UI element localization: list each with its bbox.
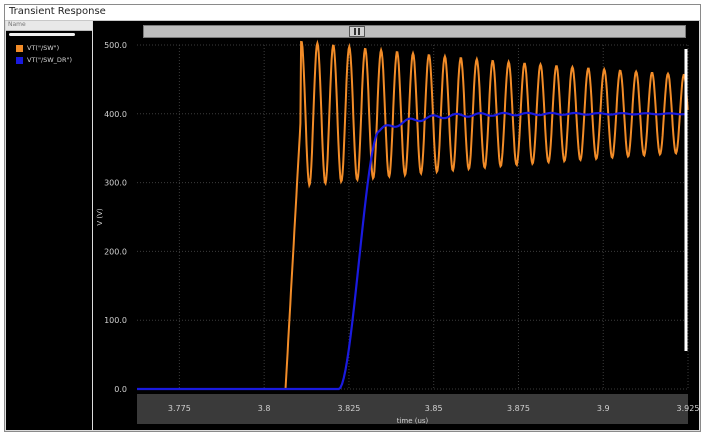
y-tick-label: 300.0 (104, 179, 127, 188)
legend-item-sw-dr[interactable]: VT("/SW_DR") (16, 55, 72, 65)
y-tick-label: 200.0 (104, 247, 127, 256)
transient-chart[interactable]: 0.0 100.0 200.0 300.0 400.0 500.0 3.775 3.8 3.82… (93, 21, 699, 430)
legend-label-sw: VT("/SW") (27, 44, 60, 52)
series-sw-dr-line (137, 111, 687, 391)
x-tick-label: 3.9 (597, 404, 610, 413)
legend-header[interactable]: Name (6, 21, 92, 31)
legend-scrollbar[interactable] (9, 33, 75, 36)
x-tick-label: 3.875 (507, 404, 530, 413)
y-tick-label: 400.0 (104, 110, 127, 119)
legend-panel: Name VT("/SW") VT("/SW_DR") (6, 21, 92, 430)
x-tick-label: 3.825 (337, 404, 360, 413)
window-title: Transient Response (9, 6, 106, 17)
window-titlebar: Transient Response (5, 5, 700, 21)
x-tick-label: 3.8 (258, 404, 271, 413)
series-sw-line (137, 39, 689, 390)
x-tick-label: 3.775 (168, 404, 191, 413)
legend-header-label: Name (8, 21, 26, 28)
y-tick-label: 0.0 (114, 385, 127, 394)
legend-swatch-sw-dr (16, 56, 23, 64)
legend-item-sw[interactable]: VT("/SW") (16, 43, 59, 53)
y-tick-label: 500.0 (104, 41, 127, 50)
y-axis-label: V (V) (96, 208, 104, 226)
x-tick-label: 3.85 (425, 404, 443, 413)
plot-area[interactable]: 0.0 100.0 200.0 300.0 400.0 500.0 3.775 3.8 3.82… (93, 21, 699, 430)
x-axis-label: time (us) (397, 417, 429, 425)
legend-label-sw-dr: VT("/SW_DR") (27, 56, 72, 64)
y-tick-label: 100.0 (104, 316, 127, 325)
x-tick-label: 3.925 (677, 404, 699, 413)
legend-swatch-sw (16, 44, 23, 52)
transient-response-window: Transient Response Name VT("/SW") VT("/S… (4, 4, 701, 432)
